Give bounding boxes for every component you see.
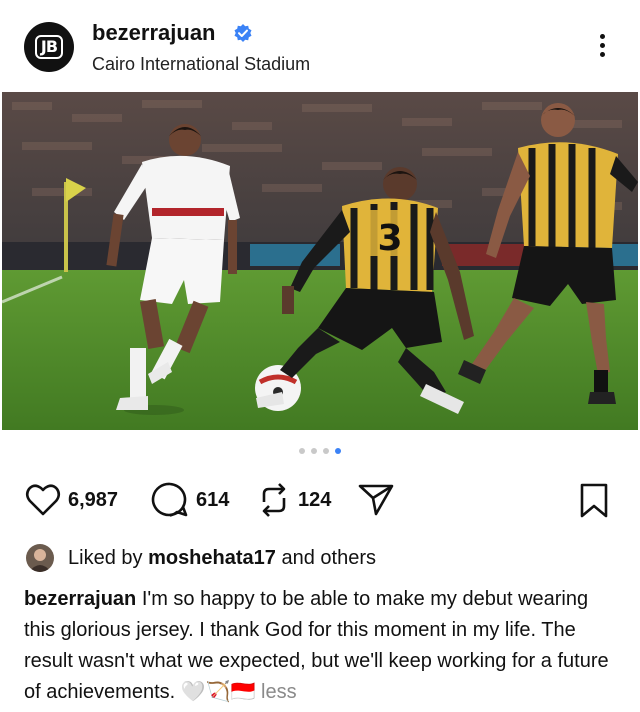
share-button[interactable] xyxy=(356,480,396,520)
match-photo-illustration: 3 xyxy=(2,92,638,430)
carousel-dot[interactable] xyxy=(311,448,317,454)
comment-button[interactable]: 614 xyxy=(150,480,229,520)
comment-icon xyxy=(151,482,188,517)
post-caption: bezerrajuan I'm so happy to be able to m… xyxy=(24,584,624,708)
heart-icon xyxy=(25,484,61,516)
post-photo[interactable]: 3 xyxy=(2,92,638,430)
repost-button[interactable]: 124 xyxy=(256,480,331,520)
carousel-indicator xyxy=(0,448,640,460)
avatar[interactable]: JB xyxy=(24,22,74,72)
liked-by-user[interactable]: moshehata17 xyxy=(148,547,276,570)
carousel-dot[interactable] xyxy=(299,448,305,454)
verified-badge-icon xyxy=(234,24,252,42)
liked-by-suffix: and others xyxy=(275,546,376,569)
post-header: JB bezerrajuan Cairo International Stadi… xyxy=(0,0,640,92)
liked-by-row: Liked by moshehata17 and others xyxy=(26,543,376,573)
jersey-number: 3 xyxy=(377,218,402,259)
post-actions: 6,987 614 124 xyxy=(0,480,640,524)
repost-count: 124 xyxy=(298,488,332,511)
avatar-logo-text: JB xyxy=(34,35,64,59)
like-count: 6,987 xyxy=(68,488,119,511)
more-options-icon[interactable] xyxy=(592,34,612,64)
post-location[interactable]: Cairo International Stadium xyxy=(92,54,310,75)
repost-icon xyxy=(262,483,286,517)
share-icon xyxy=(358,484,394,516)
liked-by-prefix: Liked by xyxy=(68,546,149,569)
post-username[interactable]: bezerrajuan xyxy=(92,20,216,46)
less-link[interactable]: less xyxy=(261,681,297,703)
like-button[interactable]: 6,987 xyxy=(24,480,118,520)
caption-username[interactable]: bezerrajuan xyxy=(24,588,136,610)
liker-avatar[interactable] xyxy=(26,544,54,572)
bookmark-icon[interactable] xyxy=(578,482,610,520)
carousel-dot[interactable] xyxy=(323,448,329,454)
carousel-dot-active[interactable] xyxy=(335,448,341,454)
comment-count: 614 xyxy=(196,488,230,511)
